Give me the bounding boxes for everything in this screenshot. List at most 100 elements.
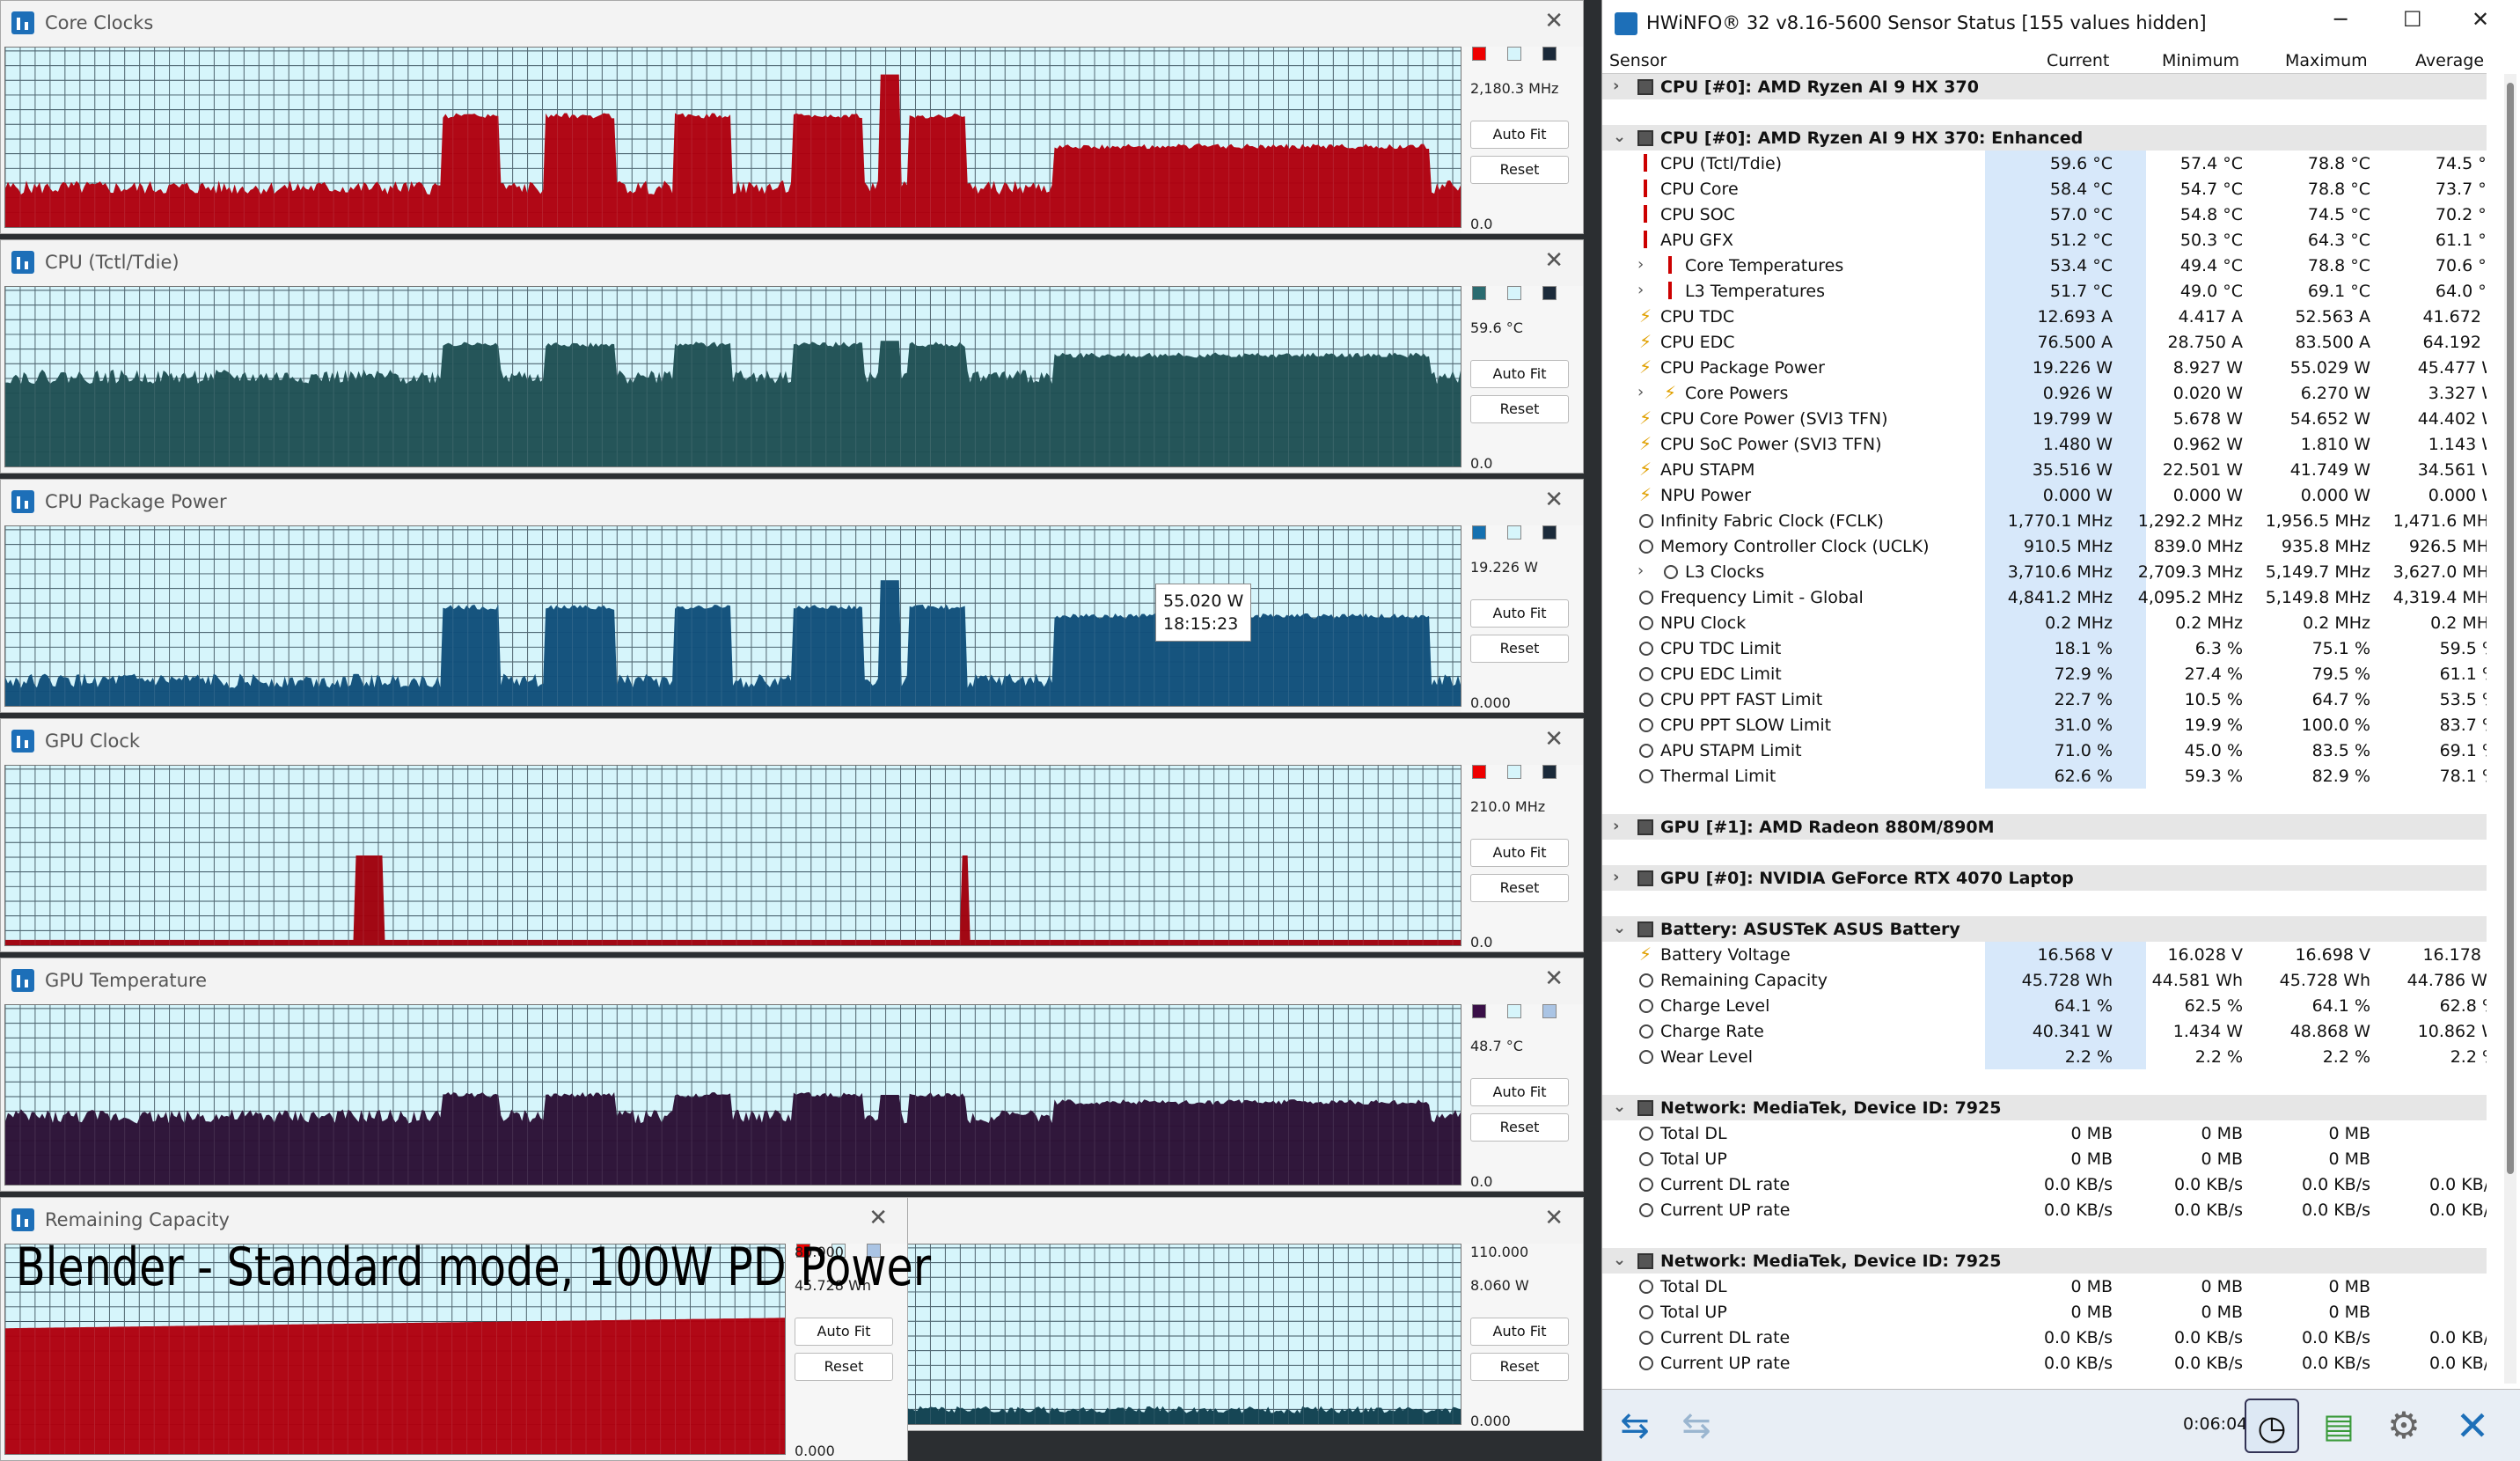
- color-swatch[interactable]: [1542, 525, 1557, 540]
- expand-chevron-icon[interactable]: ⌄: [1613, 1098, 1626, 1116]
- auto-fit-button[interactable]: Auto Fit: [1470, 599, 1569, 628]
- sensor-row[interactable]: › ⚡ Core Powers 0.926 W 0.020 W 6.270 W 3.327 …: [1602, 380, 2487, 406]
- sensor-row[interactable]: Total UP 0 MB 0 MB 0 MB: [1602, 1299, 2487, 1325]
- sensor-group-row[interactable]: ⌄ Network: MediaTek, Device ID: 7925: [1602, 1095, 2487, 1120]
- sensor-row[interactable]: CPU PPT FAST Limit 22.7 % 10.5 % 64.7 % 53.5…: [1602, 686, 2487, 712]
- color-swatch[interactable]: [1472, 47, 1486, 61]
- reset-button[interactable]: Reset: [1470, 395, 1569, 423]
- sensor-row[interactable]: Remaining Capacity 45.728 Wh 44.581 Wh 45.7…: [1602, 967, 2487, 993]
- column-average[interactable]: Average: [2415, 51, 2484, 70]
- expand-chevron-icon[interactable]: ›: [1613, 868, 1619, 886]
- reset-button[interactable]: Reset: [1470, 635, 1569, 663]
- nav-arrows-icon[interactable]: ⇆: [1608, 1399, 1662, 1453]
- expand-chevron-icon[interactable]: ⌄: [1613, 919, 1626, 937]
- sensor-row[interactable]: Current DL rate 0.0 KB/s 0.0 KB/s 0.0 KB/s 0…: [1602, 1171, 2487, 1197]
- expand-chevron-icon[interactable]: ⌄: [1613, 1251, 1626, 1269]
- close-app-icon[interactable]: ✕: [2445, 1399, 2500, 1453]
- color-swatch[interactable]: [1542, 765, 1557, 779]
- sensor-group-row[interactable]: ⌄ Network: MediaTek, Device ID: 7925: [1602, 1248, 2487, 1274]
- color-swatch[interactable]: [1472, 525, 1486, 540]
- graph-close-icon[interactable]: ✕: [1544, 1207, 1564, 1230]
- expand-chevron-icon[interactable]: ›: [1613, 77, 1619, 95]
- auto-fit-button[interactable]: Auto Fit: [1470, 360, 1569, 388]
- auto-fit-button[interactable]: Auto Fit: [1470, 839, 1569, 867]
- sensor-row[interactable]: ⚡ CPU TDC 12.693 A 4.417 A 52.563 A 41.672 A: [1602, 304, 2487, 329]
- column-minimum[interactable]: Minimum: [2162, 51, 2239, 70]
- sensor-row[interactable]: ⚡ Battery Voltage 16.568 V 16.028 V 16.698 V…: [1602, 942, 2487, 967]
- expand-chevron-icon[interactable]: ⌄: [1613, 128, 1626, 146]
- color-swatch[interactable]: [1472, 1004, 1486, 1018]
- sensor-row[interactable]: › L3 Clocks 3,710.6 MHz 2,709.3 MHz 5,149.7 …: [1602, 559, 2487, 584]
- sensor-row[interactable]: Frequency Limit - Global 4,841.2 MHz 4,095…: [1602, 584, 2487, 610]
- reset-button[interactable]: Reset: [1470, 874, 1569, 902]
- sensor-row[interactable]: Current UP rate 0.0 KB/s 0.0 KB/s 0.0 KB/s 0…: [1602, 1350, 2487, 1376]
- maximize-icon[interactable]: ☐: [2403, 7, 2422, 32]
- sensor-row[interactable]: Current DL rate 0.0 KB/s 0.0 KB/s 0.0 KB/s 0…: [1602, 1325, 2487, 1350]
- minimize-icon[interactable]: ─: [2334, 7, 2347, 32]
- sensor-row[interactable]: Memory Controller Clock (UCLK) 910.5 MHz 8…: [1602, 533, 2487, 559]
- close-icon[interactable]: ✕: [2472, 7, 2489, 32]
- color-swatch[interactable]: [1472, 286, 1486, 300]
- graph-close-icon[interactable]: ✕: [868, 1207, 888, 1230]
- auto-fit-button[interactable]: Auto Fit: [1470, 1318, 1569, 1346]
- sensor-row[interactable]: Current UP rate 0.0 KB/s 0.0 KB/s 0.0 KB/s 0…: [1602, 1197, 2487, 1222]
- expand-chevron-icon[interactable]: ›: [1637, 562, 1644, 580]
- sensor-group-row[interactable]: › CPU [#0]: AMD Ryzen AI 9 HX 370: [1602, 74, 2487, 99]
- expand-chevron-icon[interactable]: ›: [1637, 255, 1644, 274]
- expand-chevron-icon[interactable]: ›: [1613, 817, 1619, 835]
- sensor-group-row[interactable]: ⌄ Battery: ASUSTeK ASUS Battery: [1602, 916, 2487, 942]
- sensor-row[interactable]: Charge Rate 40.341 W 1.434 W 48.868 W 10.862…: [1602, 1018, 2487, 1044]
- reset-button[interactable]: Reset: [1470, 156, 1569, 184]
- sensor-row[interactable]: › Core Temperatures 53.4 °C 49.4 °C 78.8 °C 7…: [1602, 253, 2487, 278]
- sensor-row[interactable]: ⚡ CPU SoC Power (SVI3 TFN) 1.480 W 0.962 W 1…: [1602, 431, 2487, 457]
- sensor-row[interactable]: ⚡ CPU EDC 76.500 A 28.750 A 83.500 A 64.192 A: [1602, 329, 2487, 355]
- color-swatch[interactable]: [1542, 286, 1557, 300]
- sensor-row[interactable]: CPU Core 58.4 °C 54.7 °C 78.8 °C 73.7 °C: [1602, 176, 2487, 202]
- color-swatch[interactable]: [1542, 47, 1557, 61]
- reset-button[interactable]: Reset: [795, 1353, 893, 1381]
- color-swatch[interactable]: [1507, 286, 1521, 300]
- sensor-row[interactable]: Total DL 0 MB 0 MB 0 MB: [1602, 1274, 2487, 1299]
- sensor-row[interactable]: Infinity Fabric Clock (FCLK) 1,770.1 MHz 1…: [1602, 508, 2487, 533]
- scrollbar-thumb[interactable]: [2507, 83, 2514, 1174]
- sensor-row[interactable]: CPU EDC Limit 72.9 % 27.4 % 79.5 % 61.1 %: [1602, 661, 2487, 686]
- sensor-row[interactable]: ⚡ CPU Package Power 19.226 W 8.927 W 55.029 …: [1602, 355, 2487, 380]
- sensor-group-row[interactable]: › GPU [#0]: NVIDIA GeForce RTX 4070 Lapto…: [1602, 865, 2487, 891]
- expand-chevron-icon[interactable]: ›: [1637, 383, 1644, 401]
- graph-close-icon[interactable]: ✕: [1544, 728, 1564, 751]
- sensor-row[interactable]: Total DL 0 MB 0 MB 0 MB: [1602, 1120, 2487, 1146]
- sensor-row[interactable]: ⚡ APU STAPM 35.516 W 22.501 W 41.749 W 34.561…: [1602, 457, 2487, 482]
- auto-fit-button[interactable]: Auto Fit: [795, 1318, 893, 1346]
- graph-close-icon[interactable]: ✕: [1544, 10, 1564, 33]
- color-swatch[interactable]: [1472, 765, 1486, 779]
- sensor-row[interactable]: APU STAPM Limit 71.0 % 45.0 % 83.5 % 69.1 %: [1602, 738, 2487, 763]
- sensor-row[interactable]: ⚡ NPU Power 0.000 W 0.000 W 0.000 W 0.000 W: [1602, 482, 2487, 508]
- sensor-row[interactable]: CPU PPT SLOW Limit 31.0 % 19.9 % 100.0 % 83.…: [1602, 712, 2487, 738]
- gear-icon[interactable]: ⚙: [2377, 1399, 2431, 1453]
- color-swatch[interactable]: [1507, 765, 1521, 779]
- color-swatch[interactable]: [1507, 1004, 1521, 1018]
- sensor-row[interactable]: › L3 Temperatures 51.7 °C 49.0 °C 69.1 °C 64.…: [1602, 278, 2487, 304]
- column-current[interactable]: Current: [2047, 51, 2109, 70]
- sensor-row[interactable]: Thermal Limit 62.6 % 59.3 % 82.9 % 78.1 %: [1602, 763, 2487, 789]
- auto-fit-button[interactable]: Auto Fit: [1470, 121, 1569, 149]
- sensor-row[interactable]: CPU TDC Limit 18.1 % 6.3 % 75.1 % 59.5 %: [1602, 635, 2487, 661]
- color-swatch[interactable]: [1542, 1004, 1557, 1018]
- reset-button[interactable]: Reset: [1470, 1113, 1569, 1142]
- sensor-row[interactable]: Wear Level 2.2 % 2.2 % 2.2 % 2.2 %: [1602, 1044, 2487, 1069]
- vertical-scrollbar[interactable]: [2504, 74, 2516, 1384]
- sensor-group-row[interactable]: › GPU [#1]: AMD Radeon 880M/890M: [1602, 814, 2487, 840]
- nav-arrows-disabled-icon[interactable]: ⇆: [1669, 1399, 1724, 1453]
- sensor-row[interactable]: APU GFX 51.2 °C 50.3 °C 64.3 °C 61.1 °C: [1602, 227, 2487, 253]
- sensor-group-row[interactable]: ⌄ CPU [#0]: AMD Ryzen AI 9 HX 370: Enhanc…: [1602, 125, 2487, 151]
- clock-icon[interactable]: ◷: [2245, 1399, 2299, 1453]
- sensor-row[interactable]: CPU SOC 57.0 °C 54.8 °C 74.5 °C 70.2 °C: [1602, 202, 2487, 227]
- expand-chevron-icon[interactable]: ›: [1637, 281, 1644, 299]
- sensor-row[interactable]: NPU Clock 0.2 MHz 0.2 MHz 0.2 MHz 0.2 MHz: [1602, 610, 2487, 635]
- graph-close-icon[interactable]: ✕: [1544, 249, 1564, 272]
- sensor-row[interactable]: ⚡ CPU Core Power (SVI3 TFN) 19.799 W 5.678 …: [1602, 406, 2487, 431]
- color-swatch[interactable]: [1507, 47, 1521, 61]
- color-swatch[interactable]: [1507, 525, 1521, 540]
- report-icon[interactable]: ▤: [2311, 1399, 2366, 1453]
- reset-button[interactable]: Reset: [1470, 1353, 1569, 1381]
